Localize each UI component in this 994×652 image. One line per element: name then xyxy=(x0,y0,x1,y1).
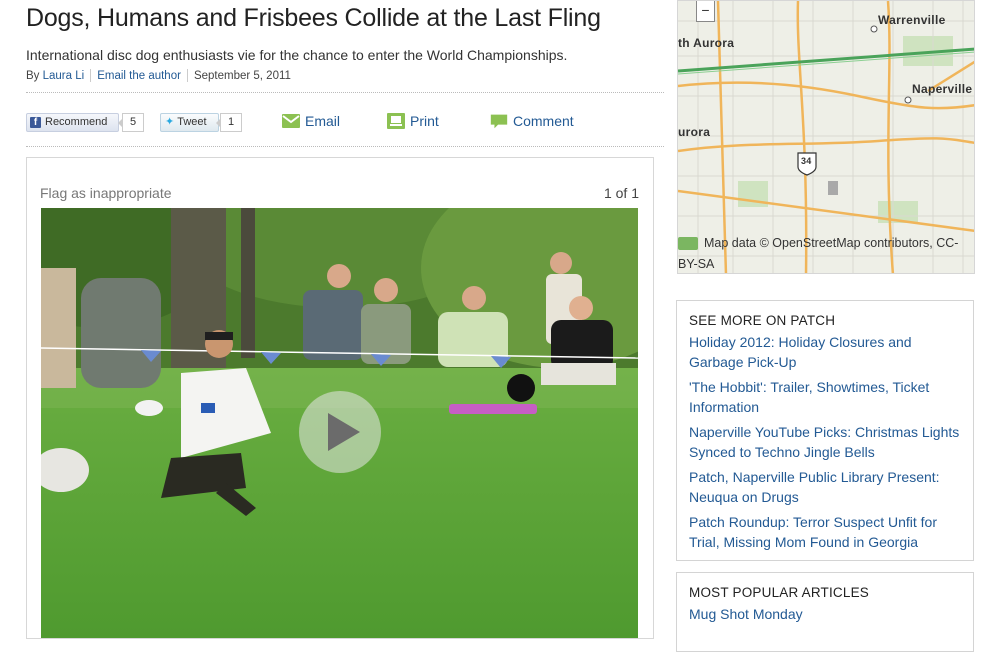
author-link[interactable]: Laura Li xyxy=(43,70,85,82)
map-label-warrenville: Warrenville xyxy=(878,13,946,27)
see-more-link-hobbit[interactable]: 'The Hobbit': Trailer, Showtimes, Ticket… xyxy=(689,379,929,415)
twitter-bird-icon: ✦ xyxy=(165,116,175,128)
photo-gallery: Flag as inappropriate 1 of 1 xyxy=(26,157,654,639)
comment-label: Comment xyxy=(513,113,574,129)
flag-inappropriate-link[interactable]: Flag as inappropriate xyxy=(40,185,172,201)
share-bar: f Recommend 5 ✦ Tweet 1 Email Print Comm… xyxy=(26,110,664,147)
list-item: Patch, Naperville Public Library Present… xyxy=(689,467,961,507)
most-popular-box: MOST POPULAR ARTICLES Mug Shot Monday xyxy=(676,572,974,652)
facebook-icon: f xyxy=(30,117,41,128)
see-more-box: SEE MORE ON PATCH Holiday 2012: Holiday … xyxy=(676,300,974,561)
divider xyxy=(186,69,188,82)
zoom-out-button[interactable]: − xyxy=(696,1,715,22)
speech-bubble-icon xyxy=(490,114,508,129)
see-more-link-holiday[interactable]: Holiday 2012: Holiday Closures and Garba… xyxy=(689,334,912,370)
most-popular-title: MOST POPULAR ARTICLES xyxy=(689,585,870,600)
most-popular-link-mug-shot[interactable]: Mug Shot Monday xyxy=(689,606,803,622)
tweet-button[interactable]: ✦ Tweet xyxy=(160,113,219,132)
see-more-link-roundup[interactable]: Patch Roundup: Terror Suspect Unfit for … xyxy=(689,514,937,550)
facebook-recommend-button[interactable]: f Recommend xyxy=(26,113,119,132)
article-title: Dogs, Humans and Frisbees Collide at the… xyxy=(26,4,601,32)
facebook-recommend-label: Recommend xyxy=(45,116,108,128)
email-label: Email xyxy=(305,113,341,129)
list-item: Mug Shot Monday xyxy=(689,604,961,624)
see-more-title: SEE MORE ON PATCH xyxy=(689,313,836,328)
video-thumbnail[interactable] xyxy=(41,208,638,638)
email-share-link[interactable]: Email xyxy=(281,112,340,130)
route-34-shield: 34 xyxy=(801,156,812,166)
osm-logo-icon xyxy=(678,237,698,251)
article-subtitle: International disc dog enthusiasts vie f… xyxy=(26,47,568,63)
byline: By Laura Li Email the author September 5… xyxy=(26,69,664,93)
list-item: 'The Hobbit': Trailer, Showtimes, Ticket… xyxy=(689,377,961,417)
email-author-link[interactable]: Email the author xyxy=(97,70,181,82)
tweet-label: Tweet xyxy=(177,116,207,128)
map-attribution: Map data © OpenStreetMap contributors, C… xyxy=(678,233,974,273)
map-label-naperville: Naperville xyxy=(912,82,973,96)
byline-prefix: By xyxy=(26,69,40,82)
gallery-counter: 1 of 1 xyxy=(603,185,639,201)
location-map[interactable]: − Warrenville th Aurora Naperville urora… xyxy=(677,0,975,274)
list-item: Patch Roundup: Terror Suspect Unfit for … xyxy=(689,512,961,552)
print-link[interactable]: Print xyxy=(386,112,439,130)
comment-link[interactable]: Comment xyxy=(489,112,574,130)
see-more-link-youtube[interactable]: Naperville YouTube Picks: Christmas Ligh… xyxy=(689,424,959,460)
map-label-aurora: urora xyxy=(678,125,711,139)
publish-date: September 5, 2011 xyxy=(193,69,291,82)
play-icon xyxy=(328,413,360,451)
map-attribution-text: Map data © OpenStreetMap contributors, C… xyxy=(678,236,959,271)
play-button[interactable] xyxy=(299,391,381,473)
printer-icon xyxy=(387,113,405,129)
list-item: Holiday 2012: Holiday Closures and Garba… xyxy=(689,332,961,372)
see-more-link-library[interactable]: Patch, Naperville Public Library Present… xyxy=(689,469,940,505)
most-popular-list: Mug Shot Monday xyxy=(689,604,961,624)
print-label: Print xyxy=(410,113,439,129)
facebook-count: 5 xyxy=(118,113,144,132)
see-more-list: Holiday 2012: Holiday Closures and Garba… xyxy=(689,332,961,552)
divider xyxy=(90,69,92,82)
map-label-north-aurora: th Aurora xyxy=(678,36,735,50)
tweet-count: 1 xyxy=(216,113,242,132)
list-item: Naperville YouTube Picks: Christmas Ligh… xyxy=(689,422,961,462)
envelope-icon xyxy=(282,114,300,128)
